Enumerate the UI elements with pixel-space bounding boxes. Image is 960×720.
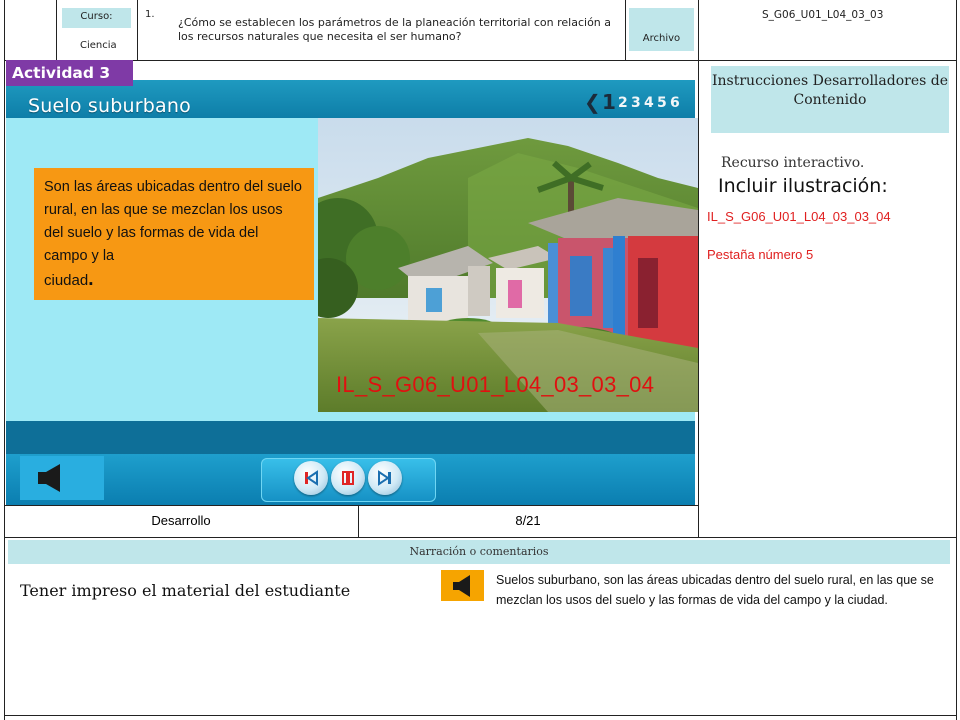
next-button[interactable] [368,461,402,495]
footer-row-top [4,505,699,506]
activity-label: Actividad 3 [6,60,133,86]
page-back-arrow-icon[interactable]: ❮ [584,90,601,114]
file-code: S_G06_U01_L04_03_03 [762,9,884,21]
header-divider-1 [56,0,57,60]
page-link[interactable]: 4 [644,95,654,111]
narration-strip: Narración o comentarios [8,540,950,564]
page-link[interactable]: 6 [670,95,680,111]
slide-title: Suelo suburbano [28,95,191,117]
slide-info-bar [6,421,695,454]
slide-sound-button[interactable] [20,456,104,500]
illustration-code: IL_S_G06_U01_L04_03_03_04 [707,209,891,224]
speaker-icon [36,462,66,498]
header-bottom-line [4,60,957,61]
definition-box: Son las áreas ubicadas dentro del suelo … [34,168,314,300]
instructions-title: Instrucciones Desarrolladores de Conteni… [712,73,948,108]
question-number: 1. [145,9,155,20]
narration-text: Suelos suburbano, son las áreas ubicadas… [496,573,934,607]
definition-text: Son las áreas ubicadas dentro del suelo … [44,179,302,264]
header-divider-2 [137,0,138,60]
resource-type: Recurso interactivo. [721,155,865,171]
next-icon [378,470,391,486]
pause-button[interactable] [331,461,365,495]
page-link[interactable]: 2 [618,95,628,111]
include-illustration-label: Incluir ilustración: [718,175,888,197]
page-link[interactable]: 3 [631,95,641,111]
narration-top-line [4,537,957,538]
archivo-label: Archivo [642,33,681,44]
outer-border-right [956,0,957,720]
illustration-code-label: IL_S_G06_U01_L04_03_03_04 [336,372,655,397]
section-label: Desarrollo [151,513,211,528]
previous-icon [305,470,318,486]
instructions-box: Instrucciones Desarrolladores de Conteni… [711,66,949,133]
header-divider-3 [625,0,626,60]
previous-button[interactable] [294,461,328,495]
definition-last-word: ciudad [44,272,89,289]
page-count: 8/21 [515,513,541,528]
outer-border-bottom [4,715,957,716]
student-material-note: Tener impreso el material del estudiante [20,581,351,600]
pause-icon [342,471,354,485]
header-divider-4 [698,0,699,537]
speaker-icon [452,574,474,602]
suburban-houses-photo [318,118,698,412]
outer-border-left [4,0,5,720]
definition-period: . [88,269,94,290]
page-link[interactable]: 5 [657,95,667,111]
tab-note: Pestaña número 5 [707,247,814,262]
subject-label: Ciencia [80,40,117,51]
question-text: ¿Cómo se establecen los parámetros de la… [178,16,612,43]
narration-sound-button[interactable] [441,570,484,601]
page-current[interactable]: 1 [602,90,616,114]
archivo-badge: Archivo [629,8,694,51]
curso-label: Curso: [62,8,131,28]
